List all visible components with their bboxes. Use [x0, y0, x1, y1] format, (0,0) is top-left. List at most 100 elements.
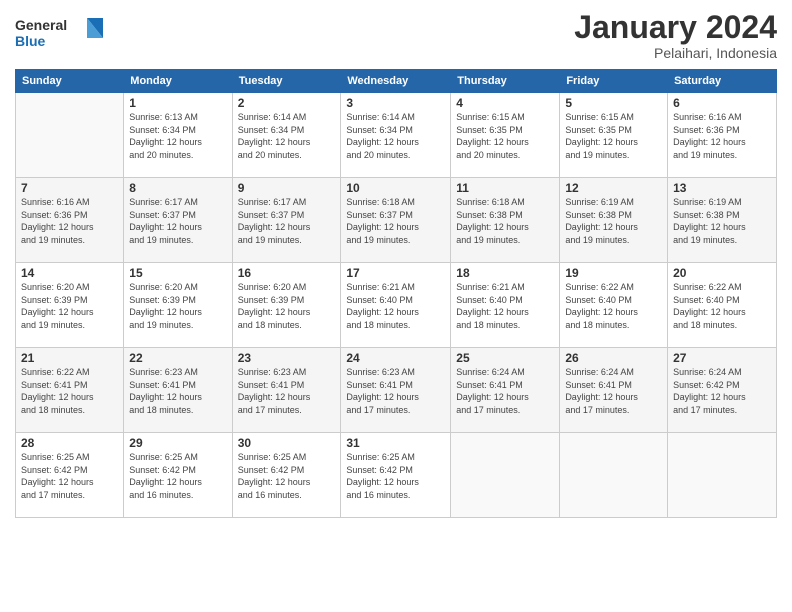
calendar-cell: 17Sunrise: 6:21 AM Sunset: 6:40 PM Dayli…: [341, 263, 451, 348]
day-number: 8: [129, 181, 226, 195]
day-number: 18: [456, 266, 554, 280]
calendar-cell: 24Sunrise: 6:23 AM Sunset: 6:41 PM Dayli…: [341, 348, 451, 433]
day-number: 17: [346, 266, 445, 280]
day-info: Sunrise: 6:24 AM Sunset: 6:41 PM Dayligh…: [565, 366, 662, 416]
day-number: 13: [673, 181, 771, 195]
calendar-cell: 29Sunrise: 6:25 AM Sunset: 6:42 PM Dayli…: [124, 433, 232, 518]
week-row-1: 1Sunrise: 6:13 AM Sunset: 6:34 PM Daylig…: [16, 93, 777, 178]
day-info: Sunrise: 6:24 AM Sunset: 6:42 PM Dayligh…: [673, 366, 771, 416]
svg-text:General: General: [15, 17, 67, 33]
day-info: Sunrise: 6:25 AM Sunset: 6:42 PM Dayligh…: [238, 451, 336, 501]
calendar-cell: 8Sunrise: 6:17 AM Sunset: 6:37 PM Daylig…: [124, 178, 232, 263]
day-number: 7: [21, 181, 118, 195]
day-number: 20: [673, 266, 771, 280]
day-info: Sunrise: 6:22 AM Sunset: 6:40 PM Dayligh…: [565, 281, 662, 331]
day-number: 10: [346, 181, 445, 195]
calendar-cell: 9Sunrise: 6:17 AM Sunset: 6:37 PM Daylig…: [232, 178, 341, 263]
calendar-cell: [668, 433, 777, 518]
day-number: 28: [21, 436, 118, 450]
day-number: 15: [129, 266, 226, 280]
calendar-cell: 10Sunrise: 6:18 AM Sunset: 6:37 PM Dayli…: [341, 178, 451, 263]
day-info: Sunrise: 6:22 AM Sunset: 6:40 PM Dayligh…: [673, 281, 771, 331]
day-number: 22: [129, 351, 226, 365]
day-number: 12: [565, 181, 662, 195]
day-info: Sunrise: 6:21 AM Sunset: 6:40 PM Dayligh…: [456, 281, 554, 331]
day-info: Sunrise: 6:20 AM Sunset: 6:39 PM Dayligh…: [21, 281, 118, 331]
day-info: Sunrise: 6:18 AM Sunset: 6:38 PM Dayligh…: [456, 196, 554, 246]
day-info: Sunrise: 6:24 AM Sunset: 6:41 PM Dayligh…: [456, 366, 554, 416]
day-number: 11: [456, 181, 554, 195]
calendar-cell: 30Sunrise: 6:25 AM Sunset: 6:42 PM Dayli…: [232, 433, 341, 518]
week-row-5: 28Sunrise: 6:25 AM Sunset: 6:42 PM Dayli…: [16, 433, 777, 518]
day-info: Sunrise: 6:17 AM Sunset: 6:37 PM Dayligh…: [129, 196, 226, 246]
calendar-cell: 11Sunrise: 6:18 AM Sunset: 6:38 PM Dayli…: [451, 178, 560, 263]
calendar-table: SundayMondayTuesdayWednesdayThursdayFrid…: [15, 69, 777, 518]
day-number: 9: [238, 181, 336, 195]
day-info: Sunrise: 6:16 AM Sunset: 6:36 PM Dayligh…: [673, 111, 771, 161]
page: General Blue January 2024 Pelaihari, Ind…: [0, 0, 792, 612]
calendar-cell: 15Sunrise: 6:20 AM Sunset: 6:39 PM Dayli…: [124, 263, 232, 348]
calendar-cell: 14Sunrise: 6:20 AM Sunset: 6:39 PM Dayli…: [16, 263, 124, 348]
calendar-cell: 27Sunrise: 6:24 AM Sunset: 6:42 PM Dayli…: [668, 348, 777, 433]
calendar-cell: 7Sunrise: 6:16 AM Sunset: 6:36 PM Daylig…: [16, 178, 124, 263]
calendar-cell: 23Sunrise: 6:23 AM Sunset: 6:41 PM Dayli…: [232, 348, 341, 433]
weekday-header-sunday: Sunday: [16, 70, 124, 93]
day-number: 6: [673, 96, 771, 110]
day-info: Sunrise: 6:15 AM Sunset: 6:35 PM Dayligh…: [565, 111, 662, 161]
day-number: 14: [21, 266, 118, 280]
day-number: 1: [129, 96, 226, 110]
day-info: Sunrise: 6:22 AM Sunset: 6:41 PM Dayligh…: [21, 366, 118, 416]
calendar-cell: 4Sunrise: 6:15 AM Sunset: 6:35 PM Daylig…: [451, 93, 560, 178]
calendar-cell: 20Sunrise: 6:22 AM Sunset: 6:40 PM Dayli…: [668, 263, 777, 348]
calendar-cell: 21Sunrise: 6:22 AM Sunset: 6:41 PM Dayli…: [16, 348, 124, 433]
day-info: Sunrise: 6:19 AM Sunset: 6:38 PM Dayligh…: [565, 196, 662, 246]
calendar-cell: 22Sunrise: 6:23 AM Sunset: 6:41 PM Dayli…: [124, 348, 232, 433]
day-info: Sunrise: 6:23 AM Sunset: 6:41 PM Dayligh…: [129, 366, 226, 416]
week-row-4: 21Sunrise: 6:22 AM Sunset: 6:41 PM Dayli…: [16, 348, 777, 433]
day-number: 4: [456, 96, 554, 110]
day-info: Sunrise: 6:19 AM Sunset: 6:38 PM Dayligh…: [673, 196, 771, 246]
day-number: 27: [673, 351, 771, 365]
calendar-cell: 18Sunrise: 6:21 AM Sunset: 6:40 PM Dayli…: [451, 263, 560, 348]
day-info: Sunrise: 6:20 AM Sunset: 6:39 PM Dayligh…: [238, 281, 336, 331]
day-info: Sunrise: 6:17 AM Sunset: 6:37 PM Dayligh…: [238, 196, 336, 246]
day-number: 19: [565, 266, 662, 280]
day-number: 3: [346, 96, 445, 110]
week-row-2: 7Sunrise: 6:16 AM Sunset: 6:36 PM Daylig…: [16, 178, 777, 263]
day-info: Sunrise: 6:25 AM Sunset: 6:42 PM Dayligh…: [129, 451, 226, 501]
calendar-cell: 13Sunrise: 6:19 AM Sunset: 6:38 PM Dayli…: [668, 178, 777, 263]
calendar-cell: 25Sunrise: 6:24 AM Sunset: 6:41 PM Dayli…: [451, 348, 560, 433]
day-number: 26: [565, 351, 662, 365]
day-number: 2: [238, 96, 336, 110]
day-number: 30: [238, 436, 336, 450]
logo-area: General Blue: [15, 10, 105, 60]
day-number: 29: [129, 436, 226, 450]
weekday-header-thursday: Thursday: [451, 70, 560, 93]
day-info: Sunrise: 6:15 AM Sunset: 6:35 PM Dayligh…: [456, 111, 554, 161]
day-info: Sunrise: 6:14 AM Sunset: 6:34 PM Dayligh…: [238, 111, 336, 161]
calendar-cell: 19Sunrise: 6:22 AM Sunset: 6:40 PM Dayli…: [560, 263, 668, 348]
calendar-cell: 16Sunrise: 6:20 AM Sunset: 6:39 PM Dayli…: [232, 263, 341, 348]
calendar-cell: 5Sunrise: 6:15 AM Sunset: 6:35 PM Daylig…: [560, 93, 668, 178]
title-area: January 2024 Pelaihari, Indonesia: [574, 10, 777, 61]
calendar-title: January 2024: [574, 10, 777, 45]
day-number: 25: [456, 351, 554, 365]
day-number: 31: [346, 436, 445, 450]
day-info: Sunrise: 6:16 AM Sunset: 6:36 PM Dayligh…: [21, 196, 118, 246]
day-info: Sunrise: 6:21 AM Sunset: 6:40 PM Dayligh…: [346, 281, 445, 331]
calendar-cell: [16, 93, 124, 178]
weekday-header-row: SundayMondayTuesdayWednesdayThursdayFrid…: [16, 70, 777, 93]
day-number: 5: [565, 96, 662, 110]
header: General Blue January 2024 Pelaihari, Ind…: [15, 10, 777, 61]
day-number: 23: [238, 351, 336, 365]
day-info: Sunrise: 6:25 AM Sunset: 6:42 PM Dayligh…: [21, 451, 118, 501]
day-info: Sunrise: 6:18 AM Sunset: 6:37 PM Dayligh…: [346, 196, 445, 246]
day-info: Sunrise: 6:20 AM Sunset: 6:39 PM Dayligh…: [129, 281, 226, 331]
calendar-cell: 2Sunrise: 6:14 AM Sunset: 6:34 PM Daylig…: [232, 93, 341, 178]
weekday-header-monday: Monday: [124, 70, 232, 93]
calendar-cell: [560, 433, 668, 518]
day-info: Sunrise: 6:13 AM Sunset: 6:34 PM Dayligh…: [129, 111, 226, 161]
logo: General Blue: [15, 10, 105, 60]
calendar-subtitle: Pelaihari, Indonesia: [574, 45, 777, 61]
calendar-cell: 6Sunrise: 6:16 AM Sunset: 6:36 PM Daylig…: [668, 93, 777, 178]
